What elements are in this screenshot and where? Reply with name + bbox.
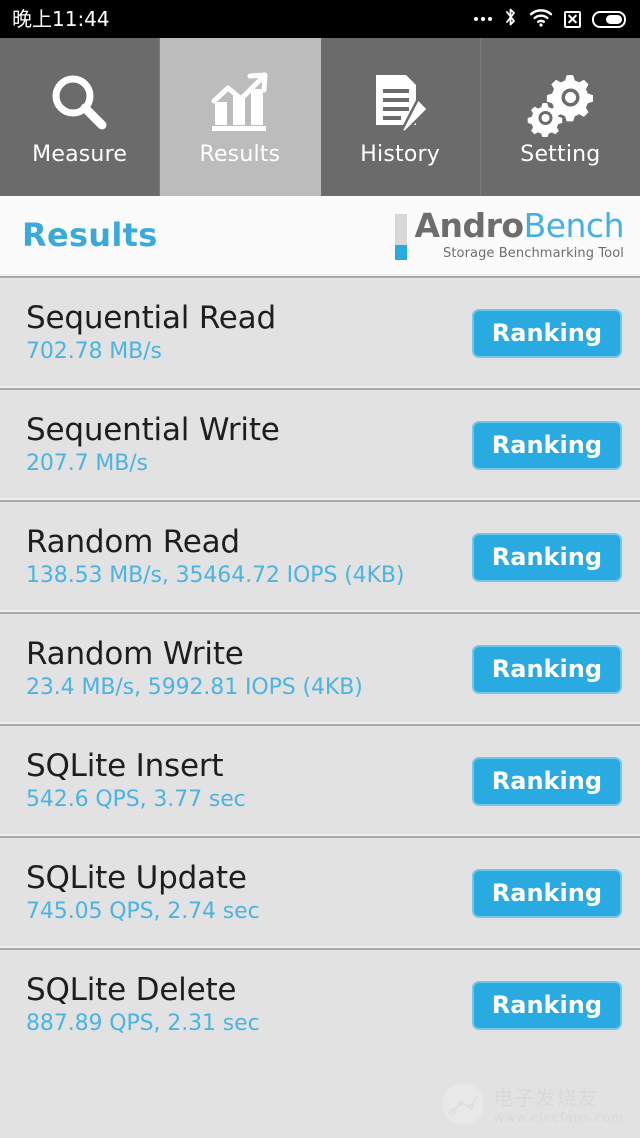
status-icon-group (474, 7, 626, 31)
benchmark-name: SQLite Delete (26, 972, 237, 1008)
watermark-url: www.elecfans.com (493, 1111, 624, 1126)
benchmark-value: 887.89 QPS, 2.31 sec (26, 1011, 260, 1036)
tab-label-results: Results (199, 141, 281, 167)
logo-word-andro: Andro (414, 206, 524, 246)
benchmark-value: 23.4 MB/s, 5992.81 IOPS (4KB) (26, 675, 363, 700)
ranking-button[interactable]: Ranking (471, 756, 622, 806)
status-bar: 晚上11:44 (0, 0, 640, 38)
watermark-text: 电子发烧友 www.elecfans.com (493, 1082, 624, 1126)
benchmark-name: Sequential Write (26, 412, 280, 448)
status-clock: 晚上11:44 (12, 7, 110, 31)
table-row[interactable]: Random Write 23.4 MB/s, 5992.81 IOPS (4K… (0, 610, 640, 724)
benchmark-name: Sequential Read (26, 300, 276, 336)
tab-results[interactable]: Results (160, 38, 321, 196)
ranking-button[interactable]: Ranking (471, 308, 622, 358)
benchmark-value: 745.05 QPS, 2.74 sec (26, 899, 260, 924)
logo-text: AndroBench Storage Benchmarking Tool (414, 206, 625, 261)
tab-history[interactable]: History (320, 38, 481, 196)
benchmark-value: 542.6 QPS, 3.77 sec (26, 787, 246, 812)
watermark-title: 电子发烧友 (493, 1086, 599, 1110)
logo-wordmark: AndroBench (414, 206, 625, 246)
page-title: Results (22, 216, 158, 254)
logo-word-bench: Bench (523, 206, 625, 246)
ranking-button[interactable]: Ranking (471, 532, 622, 582)
row-content: Random Read 138.53 MB/s, 35464.72 IOPS (… (26, 527, 404, 587)
benchmark-name: Random Read (26, 524, 240, 560)
benchmark-name: SQLite Insert (26, 748, 224, 784)
table-row[interactable]: Sequential Read 702.78 MB/s Ranking (0, 274, 640, 388)
tab-label-measure: Measure (32, 141, 128, 167)
benchmark-name: Random Write (26, 636, 244, 672)
row-content: Random Write 23.4 MB/s, 5992.81 IOPS (4K… (26, 639, 363, 699)
tab-setting[interactable]: Setting (480, 38, 640, 196)
benchmark-value: 702.78 MB/s (26, 339, 162, 364)
benchmark-name: SQLite Update (26, 860, 247, 896)
androbench-logo: AndroBench Storage Benchmarking Tool (395, 206, 625, 261)
app-screen: 晚上11:44 Measure Results History Setting … (0, 0, 640, 1138)
row-content: SQLite Update 745.05 QPS, 2.74 sec (26, 863, 260, 923)
bar-chart-icon (206, 68, 274, 138)
logo-bar-icon (395, 214, 408, 261)
ranking-button[interactable]: Ranking (471, 420, 622, 470)
page-header: Results AndroBench Storage Benchmarking … (0, 196, 640, 275)
bluetooth-icon (503, 7, 518, 31)
logo-tagline: Storage Benchmarking Tool (442, 245, 624, 261)
row-content: Sequential Write 207.7 MB/s (26, 415, 280, 475)
ranking-button[interactable]: Ranking (471, 980, 622, 1030)
document-edit-icon (366, 68, 434, 138)
row-content: Sequential Read 702.78 MB/s (26, 303, 276, 363)
table-row[interactable]: Sequential Write 207.7 MB/s Ranking (0, 386, 640, 500)
tab-measure[interactable]: Measure (0, 38, 161, 196)
table-row[interactable]: Random Read 138.53 MB/s, 35464.72 IOPS (… (0, 498, 640, 612)
row-content: SQLite Insert 542.6 QPS, 3.77 sec (26, 751, 246, 811)
table-row[interactable]: SQLite Delete 887.89 QPS, 2.31 sec Ranki… (0, 946, 640, 1060)
table-row[interactable]: SQLite Update 745.05 QPS, 2.74 sec Ranki… (0, 834, 640, 948)
site-watermark: 电子发烧友 www.elecfans.com (441, 1082, 624, 1126)
no-sim-icon (564, 10, 581, 28)
gears-icon (526, 68, 594, 138)
watermark-logo-icon (441, 1082, 486, 1126)
battery-icon (592, 10, 626, 28)
wifi-icon (529, 8, 553, 31)
benchmark-value: 138.53 MB/s, 35464.72 IOPS (4KB) (26, 563, 405, 588)
ranking-button[interactable]: Ranking (471, 868, 622, 918)
results-list: Sequential Read 702.78 MB/s Ranking Sequ… (0, 274, 640, 1060)
tab-label-setting: Setting (520, 141, 601, 167)
search-icon (46, 68, 114, 138)
tab-label-history: History (360, 141, 440, 167)
ranking-button[interactable]: Ranking (471, 644, 622, 694)
main-tab-bar: Measure Results History Setting (0, 38, 640, 196)
benchmark-value: 207.7 MB/s (26, 451, 148, 476)
more-dots-icon (474, 17, 492, 21)
table-row[interactable]: SQLite Insert 542.6 QPS, 3.77 sec Rankin… (0, 722, 640, 836)
row-content: SQLite Delete 887.89 QPS, 2.31 sec (26, 975, 260, 1035)
